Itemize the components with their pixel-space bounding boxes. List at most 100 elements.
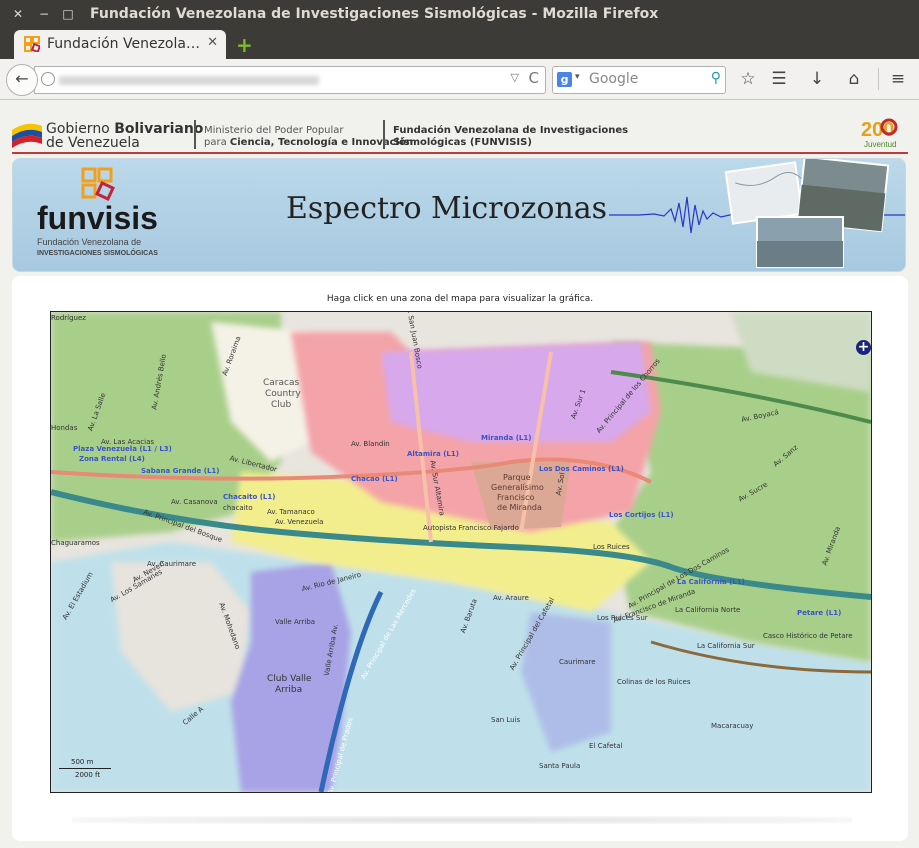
- foundation-line2: Sismológicas (FUNVISIS): [393, 137, 532, 148]
- seismogram-photos-art: [609, 159, 905, 268]
- search-input[interactable]: Google: [589, 71, 638, 87]
- search-bar[interactable]: g ▾ Google ⚲: [552, 66, 726, 94]
- place-label: Caurimare: [559, 658, 596, 666]
- window-maximize-button[interactable]: □: [60, 6, 76, 22]
- map-label: Arriba: [275, 685, 303, 695]
- engine-dropdown-icon[interactable]: ▾: [575, 72, 580, 82]
- metro-label: Altamira (L1): [407, 450, 459, 458]
- place-label: Los Ruices: [593, 543, 630, 551]
- home-icon[interactable]: ⌂: [843, 68, 865, 90]
- scale-line: [59, 768, 111, 769]
- metro-label: Miranda (L1): [481, 434, 532, 442]
- metro-label: Zona Rental (L4): [79, 455, 145, 463]
- map-label: Generalísimo: [491, 483, 544, 492]
- url-bar[interactable]: ▽ C: [34, 66, 546, 94]
- map-instructions: Haga click en una zona del mapa para vis…: [326, 294, 594, 304]
- road-label: Av. Venezuela: [275, 518, 324, 526]
- site-banner: funvisis Fundación Venezolana de INVESTI…: [12, 158, 906, 272]
- search-go-icon[interactable]: ⚲: [711, 70, 721, 86]
- funvisis-favicon-icon: [24, 36, 40, 52]
- tab-funvisis[interactable]: Fundación Venezola… ✕: [14, 30, 226, 59]
- map-label: Caracas: [263, 378, 300, 388]
- banner-title: Espectro Microzonas: [286, 191, 608, 226]
- place-label: Chaguaramos: [51, 539, 100, 547]
- place-label: Macaracuay: [711, 722, 754, 730]
- road-label: Rodríguez: [51, 314, 86, 322]
- download-icon[interactable]: ↓: [806, 68, 828, 90]
- place-label: chacaito: [223, 504, 253, 512]
- metro-label: Plaza Venezuela (L1 / L3): [73, 445, 172, 453]
- map-scale-bar: 500 m 2000 ft: [59, 756, 119, 784]
- panel-shadow: [72, 816, 852, 824]
- road-label: Valle Arriba: [275, 618, 316, 626]
- map-label: Francisco: [497, 493, 535, 502]
- scale-imperial-label: 2000 ft: [75, 771, 101, 779]
- web-page: Gobierno Bolivariano de Venezuela Minist…: [0, 100, 919, 848]
- metro-label: Los Dos Caminos (L1): [539, 465, 624, 473]
- metro-label: Los Cortijos (L1): [609, 511, 674, 519]
- google-engine-icon[interactable]: g: [557, 72, 572, 87]
- window-close-button[interactable]: ✕: [10, 6, 26, 22]
- place-label: La California Norte: [675, 606, 741, 614]
- logo-word: funvisis: [37, 200, 158, 236]
- header-rule: [12, 152, 908, 154]
- reading-list-icon[interactable]: ☰: [768, 68, 790, 90]
- juventud-logo: 200 Juventud: [861, 118, 898, 149]
- tab-title: Fundación Venezola…: [47, 36, 200, 52]
- road-label: Av. Caurimare: [147, 560, 197, 568]
- site-identity-icon[interactable]: [41, 72, 55, 86]
- place-label: Colinas de los Ruices: [617, 678, 691, 686]
- metro-label: La California (L1): [677, 578, 745, 586]
- url-text-redacted: [59, 76, 319, 85]
- navigation-toolbar: ▽ C ← g ▾ Google ⚲ ☆ ☰ ↓ ⌂ ≡: [0, 59, 919, 100]
- metro-label: Chacao (L1): [351, 475, 398, 483]
- juventud-number: 200: [861, 119, 894, 141]
- window-title: Fundación Venezolana de Investigaciones …: [90, 6, 659, 22]
- road-label: Av. Blandin: [351, 440, 390, 448]
- map-zoom-in-button[interactable]: +: [856, 340, 871, 355]
- url-history-dropdown-icon[interactable]: ▽: [511, 71, 519, 84]
- ministry-line1: Ministerio del Poder Popular: [204, 125, 344, 136]
- back-arrow-icon: ←: [15, 69, 29, 88]
- window-minimize-button[interactable]: −: [36, 6, 52, 22]
- map-canvas[interactable]: [51, 312, 871, 792]
- place-label: San Luis: [491, 716, 521, 724]
- tab-close-icon[interactable]: ✕: [207, 35, 218, 50]
- menu-icon[interactable]: ≡: [887, 68, 909, 90]
- window-titlebar: ✕ − □ Fundación Venezolana de Investigac…: [0, 0, 919, 30]
- header-divider: [383, 120, 385, 149]
- logo-sub2: INVESTIGACIONES SISMOLÓGICAS: [37, 248, 158, 257]
- juventud-text: Juventud: [864, 140, 896, 149]
- government-header: Gobierno Bolivariano de Venezuela Minist…: [0, 100, 919, 156]
- map-label: Club: [271, 400, 292, 410]
- road-label: Autopista Francisco Fajardo: [423, 524, 519, 532]
- star-icon[interactable]: ☆: [737, 68, 759, 90]
- map-label: Country: [265, 389, 301, 399]
- microzone-map[interactable]: Caracas Country Club Parque Generalísimo…: [50, 311, 872, 793]
- road-label: Av. Casanova: [171, 498, 218, 506]
- metro-label: Chacaito (L1): [223, 493, 276, 501]
- map-label: de Miranda: [497, 503, 542, 512]
- content-panel: Haga click en una zona del mapa para vis…: [12, 276, 908, 841]
- header-divider: [194, 120, 196, 149]
- toolbar-separator: [878, 68, 879, 90]
- road-label: Av. Las Acacias: [101, 438, 155, 446]
- funvisis-logo: funvisis Fundación Venezolana de INVESTI…: [37, 167, 158, 257]
- map-label: Parque: [503, 473, 531, 482]
- metro-label: Sabana Grande (L1): [141, 467, 220, 475]
- road-label: Av. Tamanaco: [267, 508, 315, 516]
- road-label: Hondas: [51, 424, 78, 432]
- tab-strip: Fundación Venezola… ✕ +: [0, 30, 919, 59]
- logo-sub1: Fundación Venezolana de: [37, 237, 141, 247]
- road-label: Av. Araure: [493, 594, 529, 602]
- place-label: Santa Paula: [539, 762, 581, 770]
- back-button[interactable]: ←: [6, 64, 38, 96]
- place-label: El Cafetal: [589, 742, 623, 750]
- venezuela-flag-icon: [12, 123, 42, 148]
- new-tab-button[interactable]: +: [236, 33, 253, 57]
- place-label: Casco Histórico de Petare: [763, 632, 853, 640]
- metro-label: Petare (L1): [797, 609, 842, 617]
- reload-icon[interactable]: C: [529, 69, 539, 87]
- place-label: La California Sur: [697, 642, 755, 650]
- gov-name-line2: de Venezuela: [46, 135, 140, 151]
